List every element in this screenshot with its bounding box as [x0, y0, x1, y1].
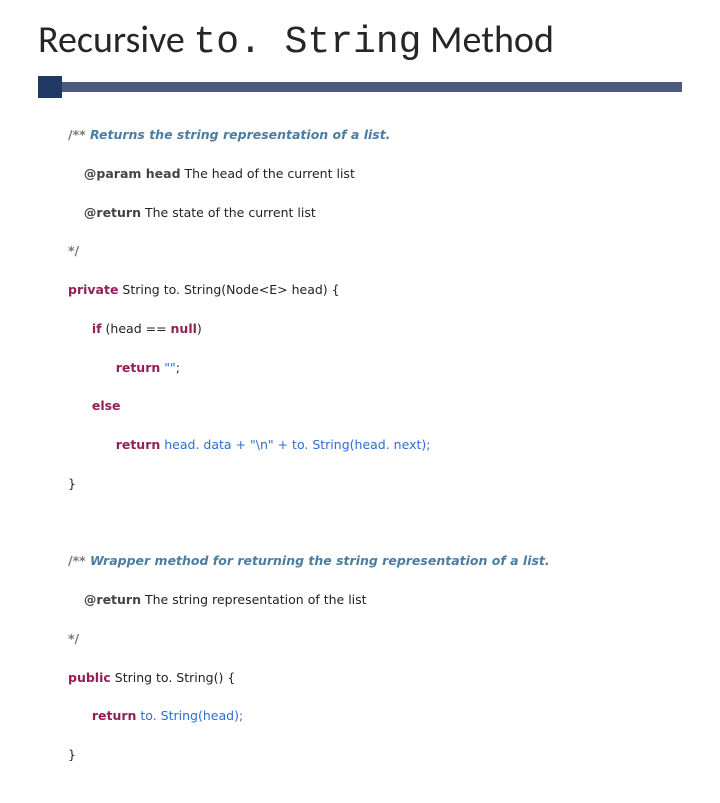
if-cond2: )	[197, 321, 202, 336]
param-tag: @param head	[84, 166, 181, 181]
slide: Recursive to. String Method /** Returns …	[0, 0, 720, 540]
divider-block	[38, 76, 62, 98]
comment-open: /**	[68, 127, 90, 142]
kw-else: else	[92, 398, 121, 413]
if-cond1: (head ==	[102, 321, 171, 336]
title-mono: to. String	[193, 21, 421, 64]
title-part1: Recursive	[38, 17, 193, 63]
comment-text2: Wrapper method for returning the string …	[90, 553, 550, 568]
kw-return2: return	[116, 437, 161, 452]
str-empty: ""	[160, 360, 175, 375]
method-sig2: String to. String() {	[111, 670, 236, 685]
semi1: ;	[176, 360, 180, 375]
kw-return3: return	[92, 708, 137, 723]
method-sig1: String to. String(Node<E> head) {	[118, 282, 339, 297]
title-divider	[38, 76, 682, 98]
divider-bar	[38, 82, 682, 92]
return-text2: The string representation of the list	[141, 592, 367, 607]
kw-private: private	[68, 282, 118, 297]
param-text: The head of the current list	[181, 166, 355, 181]
title-part2: Method	[421, 17, 553, 63]
return-tag2: @return	[84, 592, 141, 607]
code-block: /** Returns the string representation of…	[38, 106, 682, 803]
expr1: head. data +	[160, 437, 250, 452]
slide-title: Recursive to. String Method	[38, 20, 682, 64]
comment-open2: /**	[68, 553, 90, 568]
str-nl: "\n"	[250, 437, 274, 452]
comment-text: Returns the string representation of a l…	[90, 127, 390, 142]
return-text: The state of the current list	[141, 205, 316, 220]
comment-close: */	[68, 243, 79, 258]
kw-public: public	[68, 670, 111, 685]
expr2: + to. String(head. next);	[274, 437, 431, 452]
brace-close1: }	[68, 476, 76, 491]
expr3: to. String(head);	[136, 708, 243, 723]
comment-close2: */	[68, 631, 79, 646]
kw-if: if	[92, 321, 102, 336]
return-tag: @return	[84, 205, 141, 220]
brace-close2: }	[68, 747, 76, 762]
kw-null: null	[171, 321, 197, 336]
kw-return1: return	[116, 360, 161, 375]
